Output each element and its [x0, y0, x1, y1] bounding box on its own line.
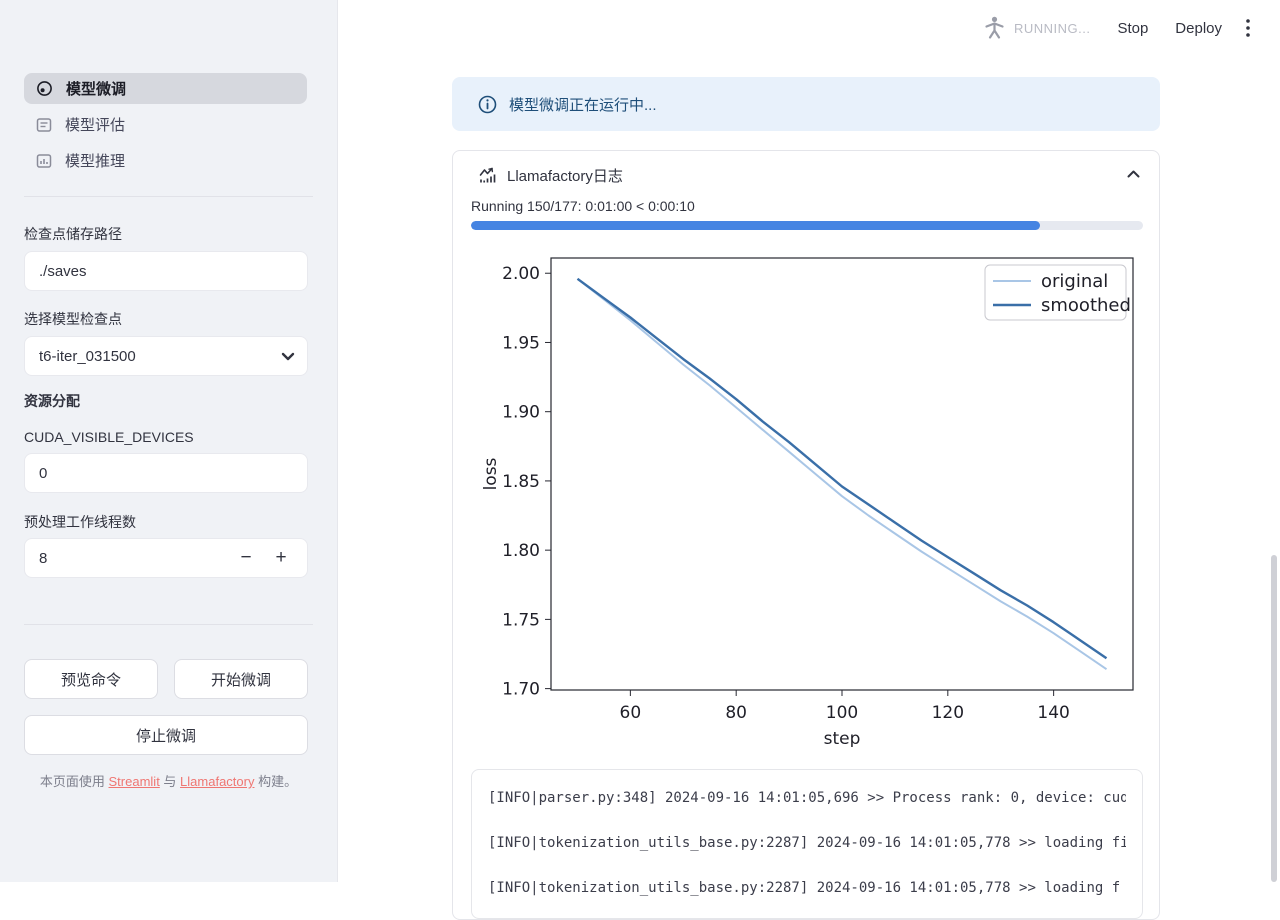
evaluate-icon [36, 117, 52, 133]
overflow-menu-icon[interactable] [1246, 19, 1250, 37]
sidebar-item-label: 模型推理 [65, 150, 125, 171]
checkpoint-select[interactable]: t6-iter_031500 [24, 336, 308, 376]
log-line: [INFO|parser.py:348] 2024-09-16 14:01:05… [488, 790, 1126, 807]
checkpoint-select-value: t6-iter_031500 [39, 348, 136, 365]
svg-text:1.70: 1.70 [502, 680, 540, 700]
trending-chart-icon [479, 167, 497, 184]
expander-title: Llamafactory日志 [507, 165, 623, 186]
workers-stepper: − + [24, 538, 308, 578]
log-line: [INFO|tokenization_utils_base.py:2287] 2… [488, 880, 1126, 897]
running-person-icon [985, 16, 1004, 40]
checkpoint-path-label: 检查点储存路径 [24, 224, 122, 244]
log-output[interactable]: [INFO|parser.py:348] 2024-09-16 14:01:05… [471, 769, 1143, 919]
resource-section-header: 资源分配 [24, 391, 80, 411]
svg-text:140: 140 [1037, 703, 1069, 723]
workers-label: 预处理工作线程数 [24, 512, 136, 532]
svg-text:120: 120 [932, 703, 964, 723]
progress-bar [471, 221, 1143, 230]
log-line: [INFO|tokenization_utils_base.py:2287] 2… [488, 835, 1126, 852]
expander-header[interactable]: Llamafactory日志 [479, 165, 623, 186]
alert-text: 模型微调正在运行中... [509, 94, 657, 115]
sidebar-nav: 模型微调 模型评估 模型推理 [24, 73, 307, 181]
loss-chart: 1.70 1.75 1.80 1.85 1.90 1.95 2.00 60 80 100 120 14… [479, 251, 1135, 747]
sidebar-item-finetune[interactable]: 模型微调 [24, 73, 307, 104]
svg-text:step: step [824, 729, 861, 747]
svg-text:1.95: 1.95 [502, 333, 540, 353]
svg-text:original: original [1041, 271, 1108, 292]
streamlit-link[interactable]: Streamlit [109, 774, 160, 789]
svg-text:1.85: 1.85 [502, 472, 540, 492]
increment-button[interactable]: + [266, 538, 296, 578]
llamafactory-link[interactable]: Llamafactory [180, 774, 254, 789]
chevron-down-icon [281, 352, 295, 361]
svg-text:loss: loss [481, 457, 501, 490]
sidebar-item-label: 模型微调 [66, 78, 126, 99]
decrement-button[interactable]: − [231, 538, 261, 578]
sidebar-divider [24, 624, 313, 625]
stop-button[interactable]: Stop [1117, 20, 1148, 37]
sidebar-item-label: 模型评估 [65, 114, 125, 135]
app-status-bar: RUNNING... Stop Deploy [985, 16, 1250, 40]
progress-bar-fill [471, 221, 1040, 230]
checkpoint-path-input[interactable] [24, 251, 308, 291]
log-expander-card: Llamafactory日志 Running 150/177: 0:01:00 … [452, 150, 1160, 920]
start-finetune-button[interactable]: 开始微调 [174, 659, 308, 699]
svg-text:smoothed: smoothed [1041, 295, 1131, 316]
chevron-up-icon[interactable] [1126, 166, 1141, 184]
info-icon [478, 95, 497, 114]
deploy-button[interactable]: Deploy [1175, 20, 1222, 37]
page-scrollbar[interactable] [1271, 555, 1277, 882]
sidebar-footer: 本页面使用 Streamlit 与 Llamafactory 构建。 [0, 771, 337, 790]
svg-text:2.00: 2.00 [502, 264, 540, 284]
footer-text: 与 [160, 774, 180, 789]
running-status: RUNNING... [1014, 21, 1091, 36]
inference-icon [36, 153, 52, 169]
svg-text:1.75: 1.75 [502, 610, 540, 630]
svg-text:60: 60 [620, 703, 642, 723]
sidebar-divider [24, 196, 313, 197]
footer-text: 构建。 [254, 774, 297, 789]
preview-command-button[interactable]: 预览命令 [24, 659, 158, 699]
stop-finetune-button[interactable]: 停止微调 [24, 715, 308, 755]
sidebar-item-evaluate[interactable]: 模型评估 [24, 109, 307, 140]
svg-text:100: 100 [826, 703, 858, 723]
tune-icon [36, 80, 53, 97]
sidebar-item-inference[interactable]: 模型推理 [24, 145, 307, 176]
cuda-devices-input[interactable] [24, 453, 308, 493]
footer-text: 本页面使用 [40, 774, 109, 789]
svg-text:1.90: 1.90 [502, 403, 540, 423]
svg-text:1.80: 1.80 [502, 541, 540, 561]
svg-text:80: 80 [725, 703, 747, 723]
checkpoint-select-label: 选择模型检查点 [24, 309, 122, 329]
cuda-devices-label: CUDA_VISIBLE_DEVICES [24, 429, 194, 445]
info-alert: 模型微调正在运行中... [452, 77, 1160, 131]
progress-label: Running 150/177: 0:01:00 < 0:00:10 [471, 198, 695, 214]
sidebar: 模型微调 模型评估 模型推理 检查点储存路径 选择模型检查点 t6-iter_0… [0, 0, 338, 882]
